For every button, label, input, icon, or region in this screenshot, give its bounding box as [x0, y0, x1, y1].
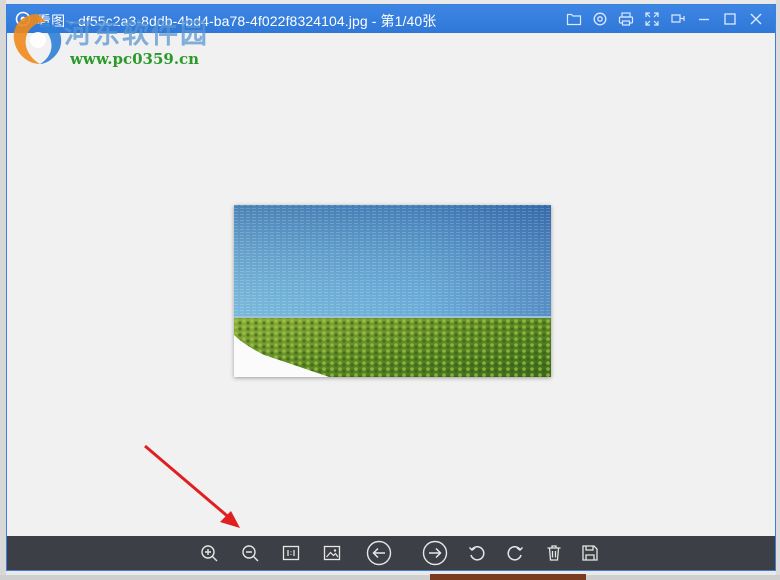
fullscreen-icon[interactable] [639, 5, 665, 33]
print-icon[interactable] [613, 5, 639, 33]
zoom-in-icon[interactable] [197, 541, 221, 565]
background-image-strip [430, 574, 586, 580]
window-title: 看图 - df55c2a3-8ddb-4bd4-ba78-4f022f83241… [37, 13, 437, 29]
next-icon[interactable] [421, 539, 449, 567]
image-viewer-window: 看图 - df55c2a3-8ddb-4bd4-ba78-4f022f83241… [6, 4, 776, 571]
rotate-left-icon[interactable] [465, 541, 489, 565]
close-icon[interactable] [743, 5, 769, 33]
delete-icon[interactable] [542, 541, 566, 565]
actual-size-icon[interactable] [279, 541, 303, 565]
settings-icon[interactable] [587, 5, 613, 33]
displayed-photo [234, 205, 551, 377]
save-icon[interactable] [578, 541, 602, 565]
title-bar[interactable]: 看图 - df55c2a3-8ddb-4bd4-ba78-4f022f83241… [7, 5, 775, 33]
previous-icon[interactable] [365, 539, 393, 567]
desktop-background-bottom [0, 575, 780, 580]
image-canvas[interactable] [7, 33, 775, 538]
minimize-icon[interactable] [691, 5, 717, 33]
app-logo-icon [15, 11, 31, 27]
pin-icon[interactable] [665, 5, 691, 33]
desktop-background-right [776, 0, 780, 580]
bottom-toolbar [7, 536, 775, 570]
zoom-out-icon[interactable] [238, 541, 262, 565]
folder-icon[interactable] [561, 5, 587, 33]
title-bar-controls [561, 5, 769, 33]
fit-image-icon[interactable] [320, 541, 344, 565]
rotate-right-icon[interactable] [503, 541, 527, 565]
maximize-icon[interactable] [717, 5, 743, 33]
